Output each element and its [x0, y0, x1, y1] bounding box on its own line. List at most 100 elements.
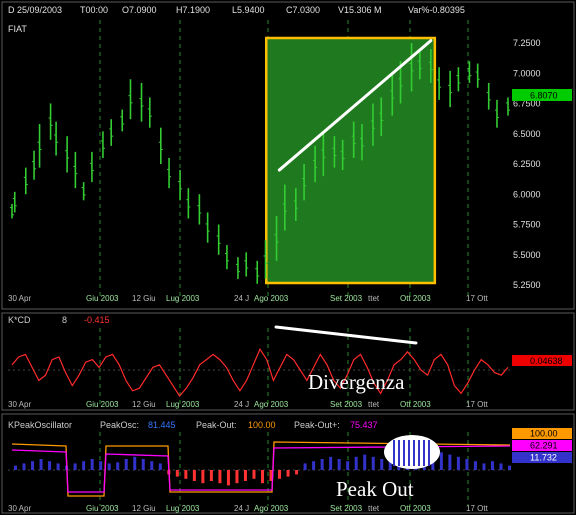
peak-oscillator-bar	[261, 470, 264, 484]
price-y-tick-label: 6.0000	[513, 189, 541, 199]
peak-oscillator-bar	[226, 470, 230, 486]
peak-oscillator-bar	[192, 470, 196, 481]
x-tick-label: ttet	[368, 294, 380, 303]
peak-oscillator-bar	[107, 463, 111, 470]
x-tick-label: Ott 2003	[400, 504, 431, 513]
x-tick-label: 17 Ott	[466, 400, 489, 409]
x-tick-label: Set 2003	[330, 294, 363, 303]
peak-oscillator-bar	[346, 461, 350, 470]
peak-oscillator-bar	[363, 454, 367, 470]
price-y-tick-label: 7.2500	[513, 38, 541, 48]
peak-oscillator-bar	[243, 470, 247, 481]
x-tick-label: Ago 2003	[254, 504, 289, 513]
peak-out-value: 100.00	[248, 420, 276, 430]
x-tick-label: ttet	[368, 400, 380, 409]
header-volume: V15.306 M	[338, 5, 382, 15]
price-y-tick-label: 7.0000	[513, 68, 541, 78]
peak-oscillator-bar	[354, 456, 358, 470]
peak-osc-label: PeakOsc:	[100, 420, 139, 430]
peak-oscillator-bar	[141, 459, 145, 470]
kcd-last-value: 0.04638	[530, 356, 563, 366]
peak-oscillator-bar	[116, 462, 120, 470]
peak-badge-top-value: 100.00	[530, 429, 558, 439]
peak-oscillator-bar	[218, 470, 222, 484]
header-date: D 25/09/2003	[8, 5, 62, 15]
x-tick-label: 30 Apr	[8, 504, 31, 513]
peak-oscillator-bar	[456, 456, 460, 470]
peak-badge-mid-value: 62.291	[530, 441, 558, 451]
peak-label: KPeakOscillator	[8, 420, 72, 430]
peak-oscillator-bar	[56, 463, 60, 470]
peak-badge-bottom-value: 11.732	[530, 453, 557, 463]
peak-oscillator-bar	[499, 463, 503, 470]
last-price-value: 6.8070	[530, 91, 558, 101]
x-tick-label: Lug 2003	[166, 400, 200, 409]
peak-oscillator-bar	[175, 470, 179, 477]
peak-oscillator-bar	[31, 461, 35, 470]
x-tick-label: 30 Apr	[8, 294, 31, 303]
x-tick-label: Giu 2003	[86, 400, 119, 409]
x-tick-label: Ott 2003	[400, 400, 431, 409]
peak-oscillator-bar	[380, 459, 384, 470]
x-tick-label: Lug 2003	[166, 294, 200, 303]
x-tick-label: 30 Apr	[8, 400, 31, 409]
x-tick-label: Ago 2003	[254, 400, 289, 409]
peak-oscillator-bar	[482, 463, 486, 470]
peak-oscillator-bar	[312, 461, 316, 470]
price-y-tick-label: 5.5000	[513, 250, 541, 260]
peak-osc-value: 81.445	[148, 420, 176, 430]
peak-oscillator-bar	[133, 456, 137, 470]
peak-out-highlight	[384, 435, 440, 469]
peak-oscillator-bar	[73, 463, 77, 470]
peak-oscillator-bar	[235, 470, 239, 484]
price-y-tick-label: 6.5000	[513, 129, 541, 139]
peak-oscillator-bar	[473, 461, 477, 470]
header-low: L5.9400	[232, 5, 265, 15]
peak-oscillator-bar	[150, 461, 154, 470]
x-tick-label: 24 J	[234, 294, 249, 303]
peak-oscillator-bar	[22, 463, 26, 470]
x-tick-label: Giu 2003	[86, 294, 119, 303]
price-y-axis: 7.25007.00006.75006.50006.25006.00005.75…	[513, 38, 541, 290]
x-tick-label: ttet	[368, 504, 380, 513]
price-y-tick-label: 5.7500	[513, 220, 541, 230]
peak-oscillator-bar	[201, 470, 205, 484]
header-high: H7.1900	[176, 5, 210, 15]
peak-oscillator-bar	[286, 470, 290, 477]
peak-oscillator-bar	[439, 452, 443, 470]
header-time: T00:00	[80, 5, 108, 15]
peak-oscillator-bar	[184, 470, 188, 479]
peak-outs-value: 75.437	[350, 420, 378, 430]
price-y-tick-label: 6.2500	[513, 159, 541, 169]
header-open: O7.0900	[122, 5, 157, 15]
peak-out-label: Peak-Out:	[196, 420, 237, 430]
peak-oscillator-bar	[320, 459, 324, 470]
peak-oscillator-bar	[465, 459, 469, 470]
peak-oscillator-bar	[14, 465, 17, 470]
x-tick-label: 12 Giu	[132, 294, 156, 303]
peak-oscillator-bar	[39, 459, 43, 470]
peak-oscillator-bar	[82, 461, 86, 470]
peak-oscillator-bar	[295, 470, 299, 475]
trading-chart: D 25/09/2003 T00:00 O7.0900 H7.1900 L5.9…	[0, 0, 576, 515]
peak-oscillator-bar	[371, 456, 375, 470]
x-tick-label: Ago 2003	[254, 294, 289, 303]
price-y-tick-label: 5.2500	[513, 280, 541, 290]
peak-oscillator-bar	[209, 470, 213, 481]
x-tick-label: Lug 2003	[166, 504, 200, 513]
x-tick-label: 24 J	[234, 504, 249, 513]
peak-oscillator-bar	[448, 454, 452, 470]
peak-oscillator-bar	[508, 465, 511, 470]
peak-oscillator-bar	[90, 459, 94, 470]
peak-oscillator-bar	[124, 459, 128, 470]
peak-oscillator-bar	[158, 463, 162, 470]
peak-oscillator-bar	[329, 456, 333, 470]
peak-out-annotation: Peak Out	[336, 477, 414, 501]
kcd-value: -0.415	[84, 315, 110, 325]
peak-oscillator-bar	[303, 463, 307, 470]
x-tick-label: 24 J	[234, 400, 249, 409]
kcd-period: 8	[62, 315, 67, 325]
peak-oscillator-bar	[337, 459, 341, 470]
x-tick-label: Ott 2003	[400, 294, 431, 303]
symbol-label: FIAT	[8, 24, 27, 34]
